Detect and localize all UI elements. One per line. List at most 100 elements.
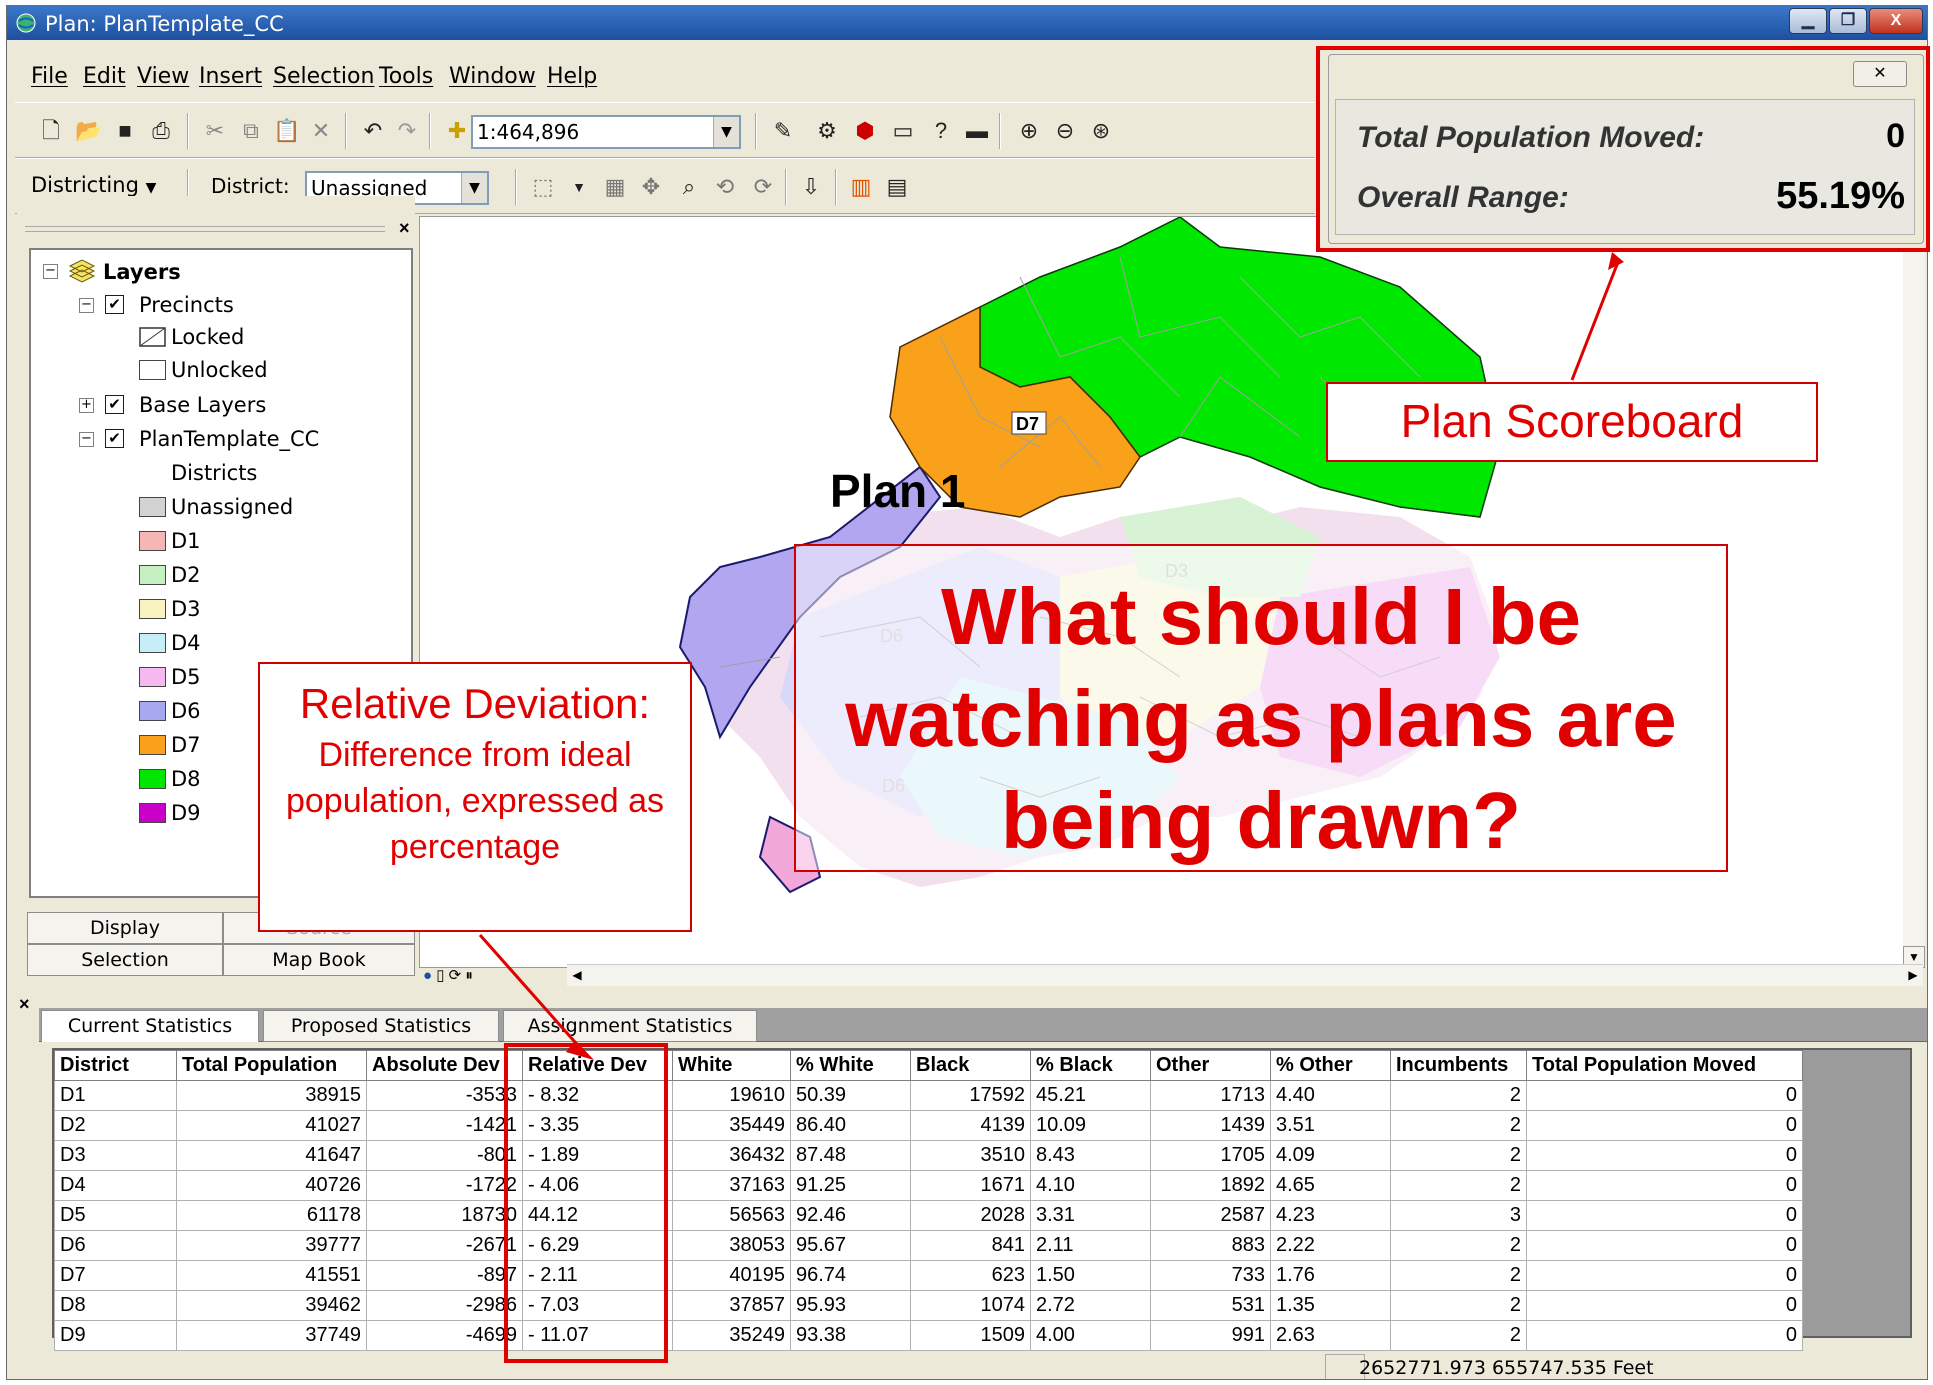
- table-cell[interactable]: 95.67: [790, 1230, 911, 1261]
- arctoolbox-icon[interactable]: ⬢: [851, 117, 879, 145]
- table-cell[interactable]: D4: [54, 1170, 177, 1201]
- menu-view[interactable]: View: [137, 64, 189, 89]
- col-incumbents[interactable]: Incumbents: [1390, 1050, 1527, 1081]
- zoom-out-icon[interactable]: ⊖: [1051, 117, 1079, 145]
- table-cell[interactable]: 1.35: [1270, 1290, 1391, 1321]
- undo-icon[interactable]: ↶: [359, 117, 387, 145]
- col-absolute-dev[interactable]: Absolute Dev: [366, 1050, 523, 1081]
- table-cell[interactable]: 56563: [672, 1200, 791, 1231]
- table-cell[interactable]: 92.46: [790, 1200, 911, 1231]
- table-cell[interactable]: 2: [1390, 1260, 1527, 1291]
- lock-precinct-icon[interactable]: ✥: [637, 173, 665, 201]
- col-pct-other[interactable]: % Other: [1270, 1050, 1391, 1081]
- close-icon[interactable]: ✕: [1853, 61, 1907, 87]
- table-cell[interactable]: 36432: [672, 1140, 791, 1171]
- table-cell[interactable]: D1: [54, 1080, 177, 1111]
- table-cell[interactable]: 17592: [910, 1080, 1031, 1111]
- tab-current-statistics[interactable]: Current Statistics: [41, 1010, 259, 1042]
- table-row[interactable]: D5 61178 18730 44.12 56563 92.46 2028 3.31 2587…: [54, 1200, 1803, 1231]
- table-row[interactable]: D4 40726 -1722- 4.06 37163 91.25 1671 4.10 1892…: [54, 1170, 1803, 1201]
- layout-view-icon[interactable]: ▯: [436, 967, 444, 984]
- table-cell[interactable]: -1722: [366, 1170, 523, 1201]
- table-cell[interactable]: 91.25: [790, 1170, 911, 1201]
- view-toggle[interactable]: ● ▯ ⟳ ⏸: [423, 966, 563, 986]
- menu-edit[interactable]: Edit: [83, 64, 126, 89]
- reshape-icon[interactable]: ⟲: [711, 173, 739, 201]
- collapse-icon[interactable]: −: [43, 264, 58, 279]
- menu-tools[interactable]: Tools: [379, 64, 433, 89]
- layers-root-label[interactable]: Layers: [103, 257, 181, 287]
- col-relative-dev[interactable]: Relative Dev: [522, 1050, 673, 1081]
- table-cell[interactable]: 2: [1390, 1170, 1527, 1201]
- table-cell[interactable]: 2: [1390, 1320, 1527, 1351]
- table-cell[interactable]: 40726: [176, 1170, 367, 1201]
- layer-precincts[interactable]: Precincts: [139, 290, 234, 320]
- table-cell[interactable]: - 4.06: [522, 1170, 673, 1201]
- table-cell[interactable]: 0: [1526, 1110, 1803, 1141]
- table-cell[interactable]: 3510: [910, 1140, 1031, 1171]
- table-cell[interactable]: 10.09: [1030, 1110, 1151, 1141]
- collapse-icon[interactable]: −: [79, 298, 94, 313]
- table-cell[interactable]: 0: [1526, 1140, 1803, 1171]
- maximize-button[interactable]: ❐: [1829, 8, 1867, 34]
- table-cell[interactable]: 93.38: [790, 1320, 911, 1351]
- base-layers-checkbox[interactable]: ✔: [105, 395, 124, 414]
- col-other[interactable]: Other: [1150, 1050, 1271, 1081]
- menu-file[interactable]: File: [31, 64, 68, 89]
- table-cell[interactable]: 40195: [672, 1260, 791, 1291]
- table-cell[interactable]: 96.74: [790, 1260, 911, 1291]
- tab-display[interactable]: Display: [27, 912, 223, 944]
- copy-icon[interactable]: ⧉: [237, 117, 265, 145]
- table-cell[interactable]: 991: [1150, 1320, 1271, 1351]
- table-cell[interactable]: 0: [1526, 1290, 1803, 1321]
- table-cell[interactable]: -2671: [366, 1230, 523, 1261]
- col-district[interactable]: District: [54, 1050, 177, 1081]
- table-row[interactable]: D7 41551 -897- 2.11 40195 96.74 623 1.50 733 1.7…: [54, 1260, 1803, 1291]
- expand-icon[interactable]: +: [79, 398, 94, 413]
- tab-selection[interactable]: Selection: [27, 944, 223, 976]
- table-cell[interactable]: 0: [1526, 1320, 1803, 1351]
- precincts-checkbox[interactable]: ✔: [105, 295, 124, 314]
- unassign-icon[interactable]: ⟳: [749, 173, 777, 201]
- table-cell[interactable]: 8.43: [1030, 1140, 1151, 1171]
- table-cell[interactable]: 1439: [1150, 1110, 1271, 1141]
- table-cell[interactable]: 37749: [176, 1320, 367, 1351]
- table-cell[interactable]: 2: [1390, 1080, 1527, 1111]
- table-cell[interactable]: 733: [1150, 1260, 1271, 1291]
- table-cell[interactable]: D9: [54, 1320, 177, 1351]
- table-cell[interactable]: 38053: [672, 1230, 791, 1261]
- table-cell[interactable]: 1892: [1150, 1170, 1271, 1201]
- zoom-in-icon[interactable]: ⊕: [1015, 117, 1043, 145]
- table-cell[interactable]: 2: [1390, 1110, 1527, 1141]
- table-cell[interactable]: 4.00: [1030, 1320, 1151, 1351]
- table-cell[interactable]: D7: [54, 1260, 177, 1291]
- chevron-down-icon[interactable]: ▼: [565, 173, 593, 201]
- table-cell[interactable]: -2986: [366, 1290, 523, 1321]
- table-row[interactable]: D3 41647 -801- 1.89 36432 87.48 3510 8.43 1705 4…: [54, 1140, 1803, 1171]
- close-icon[interactable]: ×: [399, 218, 410, 239]
- menu-insert[interactable]: Insert: [199, 64, 262, 89]
- table-cell[interactable]: 2: [1390, 1290, 1527, 1321]
- assign-icon[interactable]: ▦: [601, 173, 629, 201]
- horizontal-scrollbar[interactable]: ◀ ▶: [567, 964, 1923, 986]
- tab-proposed-statistics[interactable]: Proposed Statistics: [263, 1010, 499, 1042]
- table-cell[interactable]: 3.51: [1270, 1110, 1391, 1141]
- table-cell[interactable]: 883: [1150, 1230, 1271, 1261]
- layer-base-layers[interactable]: Base Layers: [139, 390, 266, 420]
- districting-menu[interactable]: Districting ▼: [31, 173, 156, 197]
- table-cell[interactable]: 1.76: [1270, 1260, 1391, 1291]
- table-cell[interactable]: D8: [54, 1290, 177, 1321]
- open-folder-icon[interactable]: 📂: [75, 117, 103, 145]
- menu-window[interactable]: Window: [449, 64, 536, 89]
- panel-grip[interactable]: [25, 226, 385, 232]
- table-cell[interactable]: 0: [1526, 1260, 1803, 1291]
- table-cell[interactable]: 1671: [910, 1170, 1031, 1201]
- collapse-icon[interactable]: −: [79, 432, 94, 447]
- chevron-down-icon[interactable]: ▼: [713, 117, 739, 147]
- table-cell[interactable]: - 11.07: [522, 1320, 673, 1351]
- table-cell[interactable]: 45.21: [1030, 1080, 1151, 1111]
- table-row[interactable]: D2 41027 -1421- 3.35 35449 86.40 4139 10.09 143…: [54, 1110, 1803, 1141]
- scroll-left-icon[interactable]: ◀: [567, 965, 587, 985]
- print-report-icon[interactable]: ⇩: [797, 173, 825, 201]
- col-pct-black[interactable]: % Black: [1030, 1050, 1151, 1081]
